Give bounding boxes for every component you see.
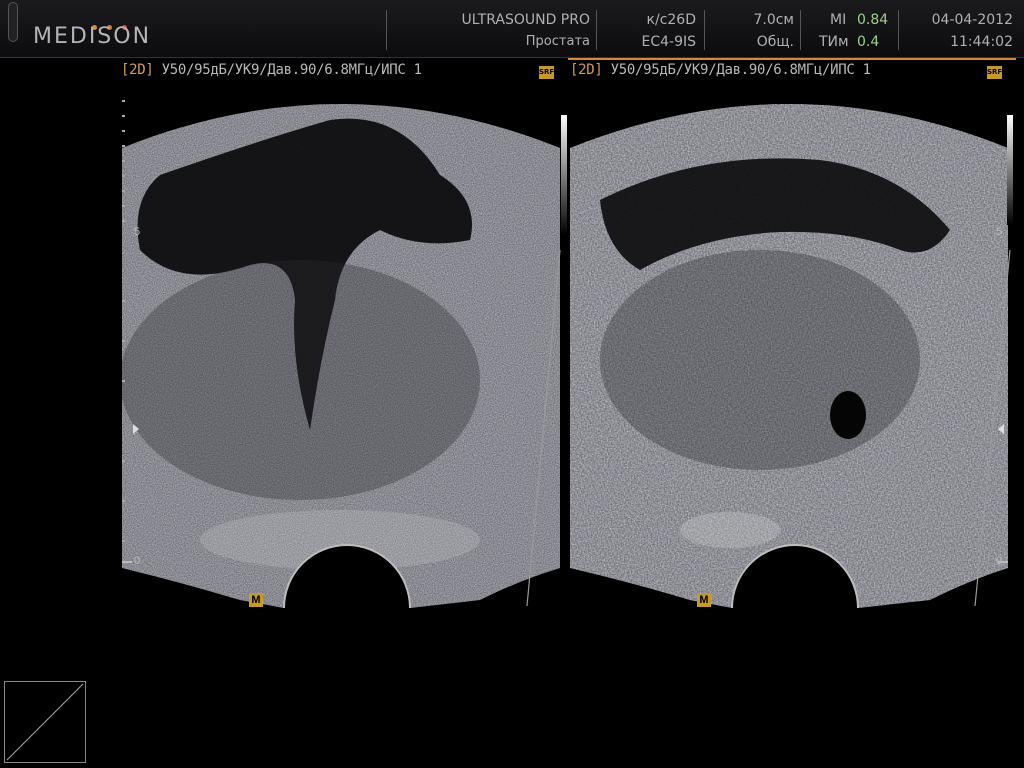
trackball-thumbnail[interactable] [4,681,86,763]
grayscale-bar [1007,115,1013,225]
focus-arrow-right-icon[interactable] [998,424,1004,434]
grayscale-bar-left [561,115,567,235]
diagonal-line-icon [6,683,84,761]
left-depth-zero: 0 [134,555,141,567]
right-depth-mid: 5 [996,226,1003,238]
ultrasound-display [122,80,1011,609]
right-depth-zero: 0 [996,555,1003,567]
focus-arrow-icon[interactable] [133,424,139,434]
left-depth-mid: 5 [134,226,141,238]
left-orientation-marker: M [249,593,263,607]
right-orientation-marker: M [697,593,711,607]
right-ultrasound-image [570,104,1008,608]
